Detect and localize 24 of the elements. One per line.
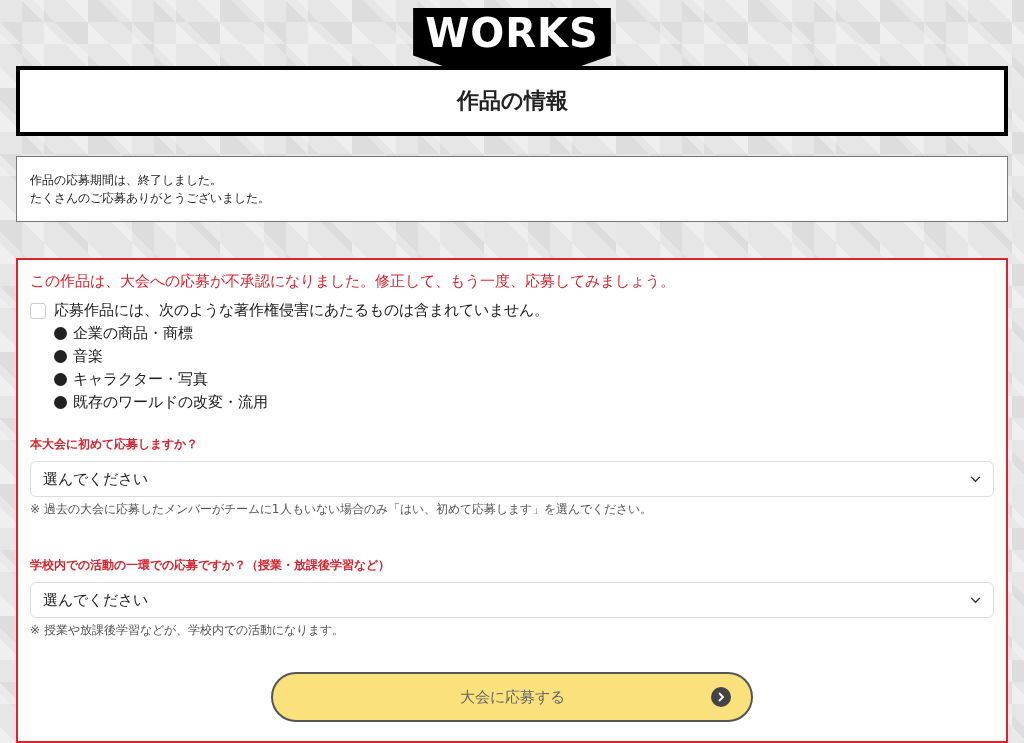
error-message: この作品は、大会への応募が不承認になりました。修正して、もう一度、応募してみましょう。 — [30, 272, 676, 291]
chevron-down-icon — [970, 596, 981, 604]
question-label: 本大会に初めて応募しますか？ — [30, 436, 199, 453]
chevron-down-icon — [970, 475, 981, 483]
select-field[interactable]: 選んでください — [30, 582, 994, 618]
list-item: キャラクター・写真 — [73, 369, 208, 390]
question-label: 学校内での活動の一環での応募ですか？（授業・放課後学習など） — [30, 557, 391, 574]
select-field[interactable]: 選んでください — [30, 461, 994, 497]
note-text: ※ 過去の大会に応募したメンバーがチームに1人もいない場合のみ「はい、初めて応募します」を選んでください。 — [30, 501, 653, 517]
list-item: 音楽 — [73, 346, 103, 367]
checkbox[interactable] — [30, 302, 46, 319]
bullet-icon — [54, 327, 67, 340]
bullet-icon — [54, 396, 67, 409]
note-text: ※ 授業や放課後学習などが、学校内での活動になります。 — [30, 622, 345, 638]
notice-text: たくさんのご応募ありがとうございました。 — [30, 190, 271, 207]
notice-text: 作品の応募期間は、終了しました。 — [30, 172, 223, 189]
logo: WORKS — [413, 8, 611, 66]
arrow-right-icon — [711, 687, 731, 707]
page-title: 作品の情報 — [16, 66, 1008, 136]
list-item: 企業の商品・商標 — [73, 323, 193, 344]
agreement-label: 応募作品には、次のような著作権侵害にあたるものは含まれていません。 — [54, 301, 549, 320]
list-item: 既存のワールドの改変・流用 — [73, 392, 268, 413]
bullet-icon — [54, 350, 67, 363]
bullet-icon — [54, 373, 67, 386]
